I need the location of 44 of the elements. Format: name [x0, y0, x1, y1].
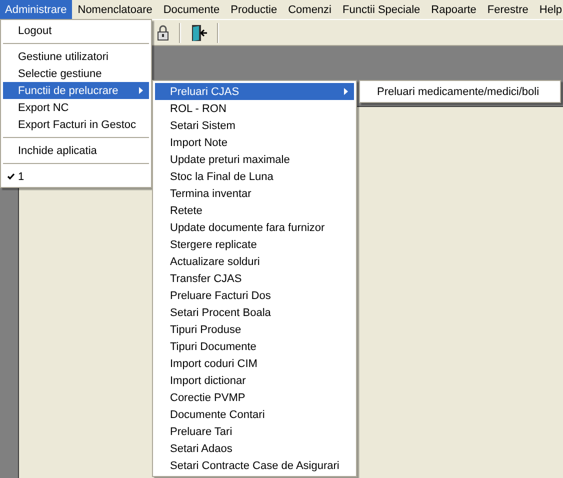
menu-item[interactable]: Import Note: [155, 134, 354, 151]
submenu-arrow-icon: [139, 87, 143, 94]
menu-item[interactable]: ROL - RON: [155, 100, 354, 117]
submenu-arrow-icon: [344, 88, 348, 95]
menu-item[interactable]: Preluari medicamente/medici/boli: [362, 83, 558, 100]
menu-item[interactable]: Transfer CJAS: [155, 270, 354, 287]
menu-bar-item[interactable]: Rapoarte: [426, 0, 482, 19]
menu-bar-item[interactable]: Help: [534, 0, 563, 19]
menu-item[interactable]: Setari Contracte Case de Asigurari: [155, 457, 354, 474]
menu-item[interactable]: Preluare Facturi Dos: [155, 287, 354, 304]
menu-bar-item[interactable]: Ferestre: [482, 0, 534, 19]
menu-item[interactable]: Stoc la Final de Luna: [155, 168, 354, 185]
menu-item[interactable]: Logout: [3, 22, 149, 39]
menu-item[interactable]: Export Facturi in Gestoc: [3, 116, 149, 133]
menu-item[interactable]: Retete: [155, 202, 354, 219]
menu-item[interactable]: Corectie PVMP: [155, 389, 354, 406]
menu-item[interactable]: Tipuri Documente: [155, 338, 354, 355]
menu-item[interactable]: Tipuri Produse: [155, 321, 354, 338]
menu-item[interactable]: Selectie gestiune: [3, 65, 149, 82]
menu-item[interactable]: Import dictionar: [155, 372, 354, 389]
checkmark-icon: [6, 173, 14, 180]
menu-item[interactable]: Gestiune utilizatori: [3, 48, 149, 65]
menu-item[interactable]: Update documente fara furnizor: [155, 219, 354, 236]
menu-item[interactable]: Setari Procent Boala: [155, 304, 354, 321]
menu-bar-item[interactable]: Functii Speciale: [338, 0, 426, 19]
menu-item[interactable]: Documente Contari: [155, 406, 354, 423]
menu-item[interactable]: Preluare Tari: [155, 423, 354, 440]
menu-item[interactable]: Inchide aplicatia: [3, 142, 149, 159]
menu-item[interactable]: 1: [3, 168, 149, 185]
menu-bar-item[interactable]: Administrare: [0, 0, 72, 19]
menu-item[interactable]: Actualizare solduri: [155, 253, 354, 270]
menu-bar-item[interactable]: Comenzi: [283, 0, 336, 19]
menu-bar-item[interactable]: Productie: [226, 0, 282, 19]
menu-item[interactable]: Functii de prelucrare: [3, 82, 149, 99]
menu-item[interactable]: Export NC: [3, 99, 149, 116]
menu-item[interactable]: Update preturi maximale: [155, 151, 354, 168]
menu-item[interactable]: Setari Adaos: [155, 440, 354, 457]
menu-item[interactable]: Setari Sistem: [155, 117, 354, 134]
menu-item[interactable]: Import coduri CIM: [155, 355, 354, 372]
menu-bar-item[interactable]: Nomenclatoare: [72, 0, 158, 19]
menu-item[interactable]: Preluari CJAS: [155, 83, 354, 100]
menu-bar-item[interactable]: Documente: [158, 0, 225, 19]
menu-item[interactable]: Termina inventar: [155, 185, 354, 202]
menu-item[interactable]: Stergere replicate: [155, 236, 354, 253]
